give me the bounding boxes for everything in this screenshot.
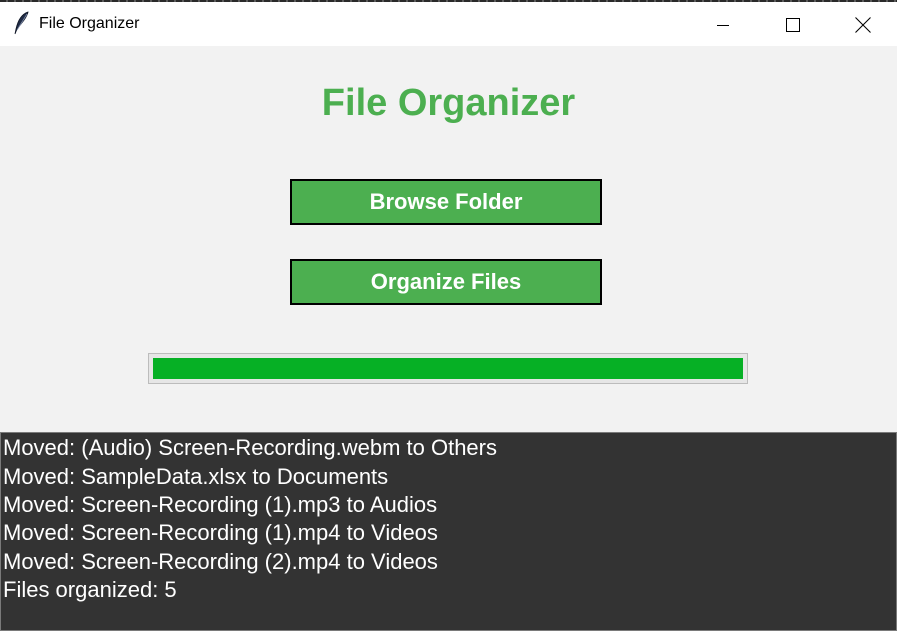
log-output[interactable]: Moved: (Audio) Screen-Recording.webm to … [0,432,897,631]
log-line: Moved: (Audio) Screen-Recording.webm to … [3,435,497,460]
log-line: Moved: Screen-Recording (1).mp4 to Video… [3,520,438,545]
close-button[interactable] [830,4,896,46]
log-line: Moved: SampleData.xlsx to Documents [3,464,389,489]
progress-bar [148,353,748,384]
maximize-button[interactable] [760,4,826,46]
minimize-icon [717,19,729,31]
files-organized-summary: Files organized: 5 [3,577,177,602]
maximize-icon [786,18,800,32]
organize-files-button[interactable]: Organize Files [290,259,602,305]
progress-fill [153,358,743,379]
app-content: File Organizer Browse Folder Organize Fi… [0,46,897,432]
log-line: Moved: Screen-Recording (2).mp4 to Video… [3,549,438,574]
title-bar[interactable]: File Organizer [0,2,897,46]
close-icon [855,17,871,33]
log-line: Moved: Screen-Recording (1).mp3 to Audio… [3,492,438,517]
app-heading: File Organizer [321,82,576,124]
window-title: File Organizer [39,15,140,32]
browse-folder-button[interactable]: Browse Folder [290,179,602,225]
minimize-button[interactable] [690,4,756,46]
feather-icon [12,11,32,35]
